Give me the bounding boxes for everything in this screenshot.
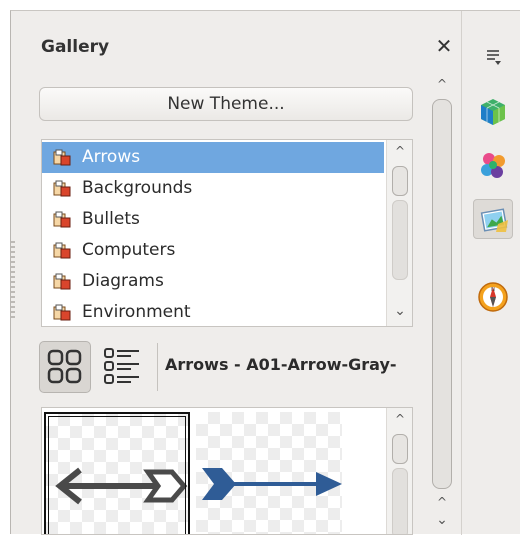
theme-folder-icon xyxy=(53,211,71,228)
gallery-panel: Gallery ✕ New Theme... Arrows Background… xyxy=(10,10,520,535)
theme-list-item[interactable]: Diagrams xyxy=(42,266,384,297)
sidebar-menu-icon xyxy=(487,50,501,65)
theme-folder-icon xyxy=(53,149,71,166)
gray-left-arrow-icon xyxy=(55,467,188,505)
new-theme-button[interactable]: New Theme... xyxy=(39,87,413,121)
theme-item-label: Backgrounds xyxy=(82,178,193,198)
theme-item-label: Computers xyxy=(82,240,176,260)
styles-icon xyxy=(481,153,505,178)
theme-folder-icon xyxy=(53,180,71,197)
resize-grip[interactable] xyxy=(11,241,15,321)
scroll-thumb[interactable] xyxy=(392,434,408,464)
detail-view-icon xyxy=(104,348,139,384)
svg-text:N: N xyxy=(491,287,495,293)
scroll-thumb[interactable] xyxy=(432,99,452,489)
scroll-track[interactable] xyxy=(392,468,408,534)
icon-view-icon xyxy=(47,349,82,384)
close-icon[interactable]: ✕ xyxy=(433,35,455,57)
current-item-label: Arrows - A01-Arrow-Gray- xyxy=(165,355,397,374)
icon-view-button[interactable] xyxy=(39,341,91,393)
theme-list[interactable]: Arrows Backgrounds Bullets Computers Dia… xyxy=(41,139,413,327)
scroll-up-icon[interactable]: ^ xyxy=(429,493,455,511)
theme-folder-icon xyxy=(53,242,71,259)
scroll-up-icon[interactable]: ^ xyxy=(387,142,412,160)
preview-scrollbar[interactable]: ^ xyxy=(386,408,412,534)
properties-icon xyxy=(481,99,505,125)
theme-list-item[interactable]: Bullets xyxy=(42,204,384,235)
gallery-item[interactable] xyxy=(196,412,342,534)
deck-navigator-button[interactable]: N xyxy=(473,277,513,317)
theme-list-item[interactable]: Arrows xyxy=(42,142,384,173)
scroll-up-icon[interactable]: ^ xyxy=(429,75,455,93)
scroll-down-icon[interactable]: ⌄ xyxy=(387,302,412,320)
view-toolbar: Arrows - A01-Arrow-Gray- xyxy=(39,339,419,397)
panel-title: Gallery xyxy=(41,37,110,57)
scroll-track[interactable] xyxy=(392,200,408,280)
theme-item-label: Diagrams xyxy=(82,271,164,291)
theme-item-label: Bullets xyxy=(82,209,140,229)
theme-list-item[interactable]: Environment xyxy=(42,297,384,326)
theme-list-item[interactable]: Backgrounds xyxy=(42,173,384,204)
sidebar-menu-button[interactable] xyxy=(473,37,513,77)
toolbar-separator xyxy=(157,343,158,391)
theme-folder-icon xyxy=(53,273,71,290)
theme-list-item[interactable]: Computers xyxy=(42,235,384,266)
scroll-up-icon[interactable]: ^ xyxy=(387,410,412,428)
gallery-item[interactable] xyxy=(44,412,190,534)
theme-item-label: Environment xyxy=(82,302,191,322)
panel-scrollbar[interactable]: ^ ^ ⌄ xyxy=(429,73,455,533)
scroll-thumb[interactable] xyxy=(392,166,408,196)
deck-divider xyxy=(461,11,462,535)
deck-styles-button[interactable] xyxy=(473,145,513,185)
deck-gallery-button[interactable] xyxy=(473,199,513,239)
deck-properties-button[interactable] xyxy=(473,91,513,131)
scroll-down-icon[interactable]: ⌄ xyxy=(429,511,455,529)
theme-list-scrollbar[interactable]: ^ ⌄ xyxy=(386,140,412,326)
gallery-icon xyxy=(480,208,508,232)
gallery-preview[interactable]: ^ xyxy=(41,407,413,535)
theme-item-label: Arrows xyxy=(82,147,141,167)
detail-view-button[interactable] xyxy=(97,341,149,393)
navigator-icon: N xyxy=(478,282,508,312)
blue-right-arrow-icon xyxy=(202,468,342,500)
theme-folder-icon xyxy=(53,304,71,321)
